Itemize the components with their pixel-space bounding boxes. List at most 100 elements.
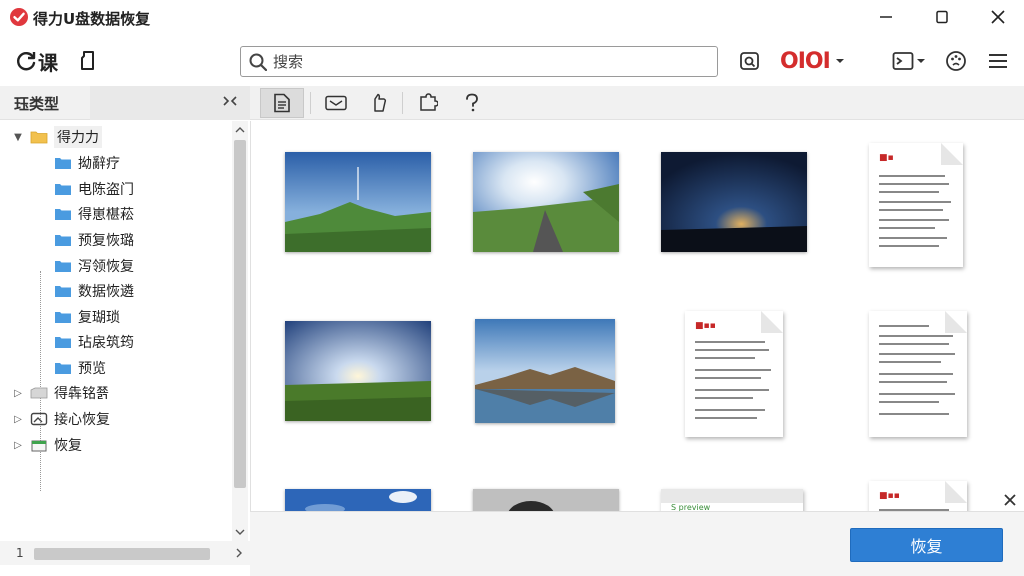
maximize-button[interactable] xyxy=(914,0,970,34)
tree-item[interactable]: 预复恢璐 xyxy=(54,228,134,252)
text-line xyxy=(879,245,939,247)
brand-dropdown[interactable]: OIOI xyxy=(780,46,846,76)
text-line xyxy=(879,343,949,345)
file-thumbnail[interactable] xyxy=(475,319,615,423)
toolbar-separator xyxy=(310,92,311,114)
doc-logo-icon: ■▪▪ xyxy=(695,321,716,331)
close-button[interactable] xyxy=(970,0,1024,34)
file-thumbnail[interactable] xyxy=(285,321,431,421)
tree-item-label: 恢复 xyxy=(54,438,82,454)
dismiss-button[interactable] xyxy=(1000,490,1020,510)
file-thumbnail[interactable] xyxy=(473,152,619,252)
theme-button[interactable] xyxy=(944,46,968,76)
document-thumbnail[interactable]: ■▪▪ xyxy=(685,311,783,437)
email-icon xyxy=(325,95,347,111)
search-input[interactable] xyxy=(273,52,693,71)
restore-button[interactable]: 恢复 xyxy=(850,528,1003,562)
close-icon xyxy=(991,10,1005,24)
phone-icon xyxy=(81,51,94,70)
document-thumbnail[interactable]: ■▪▪ xyxy=(869,481,967,511)
sky-partial-photo xyxy=(285,489,431,511)
file-thumbnail[interactable] xyxy=(285,152,431,252)
chevron-right-icon[interactable]: ▷ xyxy=(12,414,24,425)
help-button[interactable] xyxy=(450,88,494,118)
tree-scroll-thumb[interactable] xyxy=(234,140,246,488)
file-thumbnail[interactable] xyxy=(473,489,619,511)
tree-item-group[interactable]: ▷ 接心恢复 xyxy=(12,407,110,431)
clouds-field-photo xyxy=(285,321,431,421)
email-view-button[interactable] xyxy=(314,88,358,118)
folder-icon xyxy=(55,209,71,220)
chevron-down-icon xyxy=(835,59,844,63)
chevron-down-icon xyxy=(917,59,925,63)
document-thumbnail[interactable] xyxy=(869,311,967,437)
doc-logo-icon: ■▪ xyxy=(879,153,894,163)
page-fold xyxy=(941,143,963,165)
brand-label: OIOI xyxy=(780,48,831,74)
folder-icon xyxy=(55,184,71,195)
tree-item[interactable]: 电陈盗门 xyxy=(54,177,134,201)
tree-item-label: 泻领恢复 xyxy=(78,259,134,275)
text-line xyxy=(879,191,939,193)
text-line xyxy=(695,369,771,371)
page-fold xyxy=(945,311,967,333)
toolbar-separator xyxy=(402,92,403,114)
menu-button[interactable] xyxy=(986,46,1010,76)
text-line xyxy=(695,397,753,399)
scroll-down-icon[interactable] xyxy=(232,525,248,539)
tree-item[interactable]: 复瑚琐 xyxy=(54,305,120,329)
text-line xyxy=(879,373,953,375)
text-line xyxy=(879,209,943,211)
text-line xyxy=(879,393,955,395)
scroll-right-icon[interactable] xyxy=(232,545,246,561)
window-thumbnail[interactable]: S preview xyxy=(661,489,803,511)
chevron-right-icon[interactable]: ▷ xyxy=(12,388,24,399)
phone-button[interactable] xyxy=(76,46,102,76)
tree-item[interactable]: 数据恢遴 xyxy=(54,279,134,303)
text-line xyxy=(879,227,935,229)
tree-item[interactable]: 预览 xyxy=(54,356,106,380)
document-icon xyxy=(274,93,290,113)
minimize-button[interactable] xyxy=(858,0,914,34)
tree-item-label: 得力力 xyxy=(54,126,102,148)
tree-item-label: 复瑚琐 xyxy=(78,310,120,326)
tree-item[interactable]: 得崽椹菘 xyxy=(54,202,134,226)
road-sun-photo xyxy=(473,152,619,252)
tree-item-root[interactable]: ▼ 得力力 xyxy=(12,125,102,149)
file-thumbnail[interactable] xyxy=(661,152,807,252)
page-fold xyxy=(761,311,783,333)
app-title: 得力U盘数据恢复 xyxy=(33,10,151,28)
tree-item[interactable]: 拗辭疗 xyxy=(54,151,120,175)
text-line xyxy=(879,335,953,337)
scroll-up-icon[interactable] xyxy=(232,123,248,137)
text-line xyxy=(695,377,761,379)
document-view-button[interactable] xyxy=(260,88,304,118)
search-box[interactable] xyxy=(240,46,718,77)
tree-item-group[interactable]: ▷ 恢复 xyxy=(12,433,82,457)
close-icon xyxy=(1004,494,1016,506)
window-titlebar xyxy=(661,489,803,503)
image-search-button[interactable] xyxy=(738,46,762,76)
tree-item-label: 接心恢复 xyxy=(54,412,110,428)
tree-item-label: 拗辭疗 xyxy=(78,156,120,172)
green-box-icon xyxy=(31,440,47,452)
chevron-down-icon[interactable]: ▼ xyxy=(12,132,24,143)
tree-item[interactable]: 泻领恢复 xyxy=(54,254,134,278)
tree-item[interactable]: 玷扆筑筠 xyxy=(54,330,134,354)
folder-icon xyxy=(55,261,71,272)
refresh-button[interactable]: 课 xyxy=(14,46,58,76)
hand-view-button[interactable] xyxy=(356,88,400,118)
text-line xyxy=(695,341,765,343)
document-thumbnail[interactable]: ■▪ xyxy=(869,143,963,267)
terminal-dropdown[interactable] xyxy=(892,46,926,76)
tree-item-label: 预览 xyxy=(78,361,106,377)
file-thumbnail[interactable] xyxy=(285,489,431,511)
tree-horizontal-thumb[interactable] xyxy=(34,548,210,560)
chevron-right-icon[interactable]: ▷ xyxy=(12,440,24,451)
category-tree: ▼ 得力力 拗辭疗 电陈盗门 得崽椹菘 预复恢璐 泻领恢复 数据恢遴 复瑚琐 玷… xyxy=(0,121,232,541)
collapse-panel-button[interactable] xyxy=(222,93,238,113)
plugin-view-button[interactable] xyxy=(406,88,450,118)
tree-item-group[interactable]: ▷ 得犇铭쬵 xyxy=(12,381,109,405)
image-search-icon xyxy=(740,52,759,70)
left-panel-header: 珏类型 xyxy=(0,86,250,120)
